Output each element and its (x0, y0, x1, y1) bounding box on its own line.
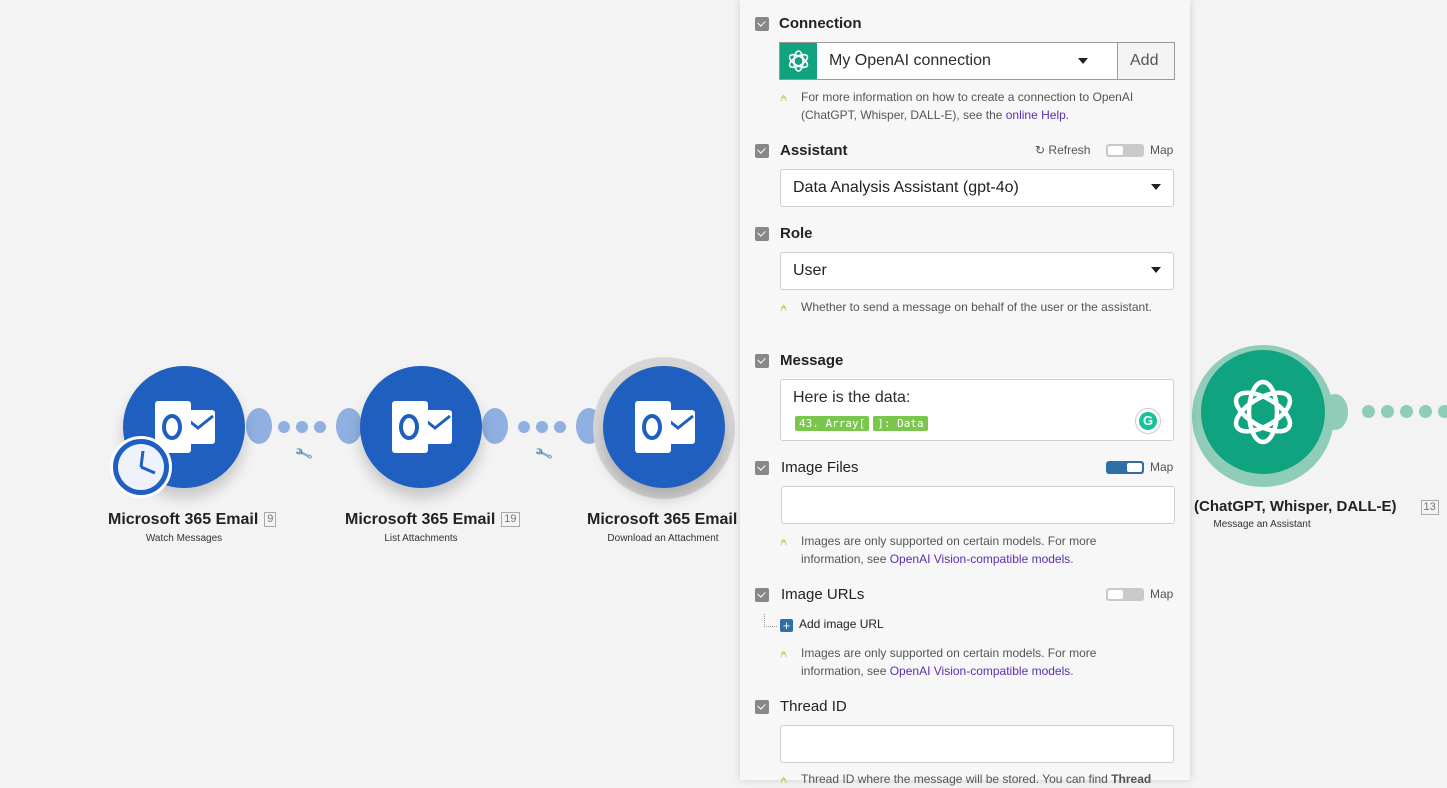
connector-dot (278, 421, 290, 433)
grammarly-icon[interactable]: G (1135, 408, 1161, 434)
image-urls-hint: ⍲ Images are only supported on certain m… (780, 646, 1097, 678)
connection-select[interactable]: My OpenAI connection Add (779, 42, 1175, 80)
map-label: Map (1150, 143, 1174, 157)
thread-id-input[interactable] (780, 725, 1174, 763)
role-collapse-toggle[interactable] (755, 227, 769, 241)
lightbulb-icon: ⍲ (780, 300, 788, 314)
assistant-select[interactable]: Data Analysis Assistant (gpt-4o) (780, 169, 1174, 207)
module-list-attachments[interactable] (360, 366, 482, 488)
module-connector-right[interactable] (482, 408, 508, 444)
lightbulb-icon: ⍲ (780, 646, 788, 660)
module-title: Microsoft 365 Email (587, 511, 738, 528)
module-title: Microsoft 365 Email 19 (345, 511, 520, 529)
refresh-button[interactable]: ↻ Refresh (1035, 143, 1090, 157)
assistant-collapse-toggle[interactable] (755, 144, 769, 158)
module-download-attachment[interactable] (603, 366, 725, 488)
connector-dot (296, 421, 308, 433)
connection-value: My OpenAI connection (829, 52, 991, 69)
add-image-url-button[interactable]: + Add image URL (780, 617, 884, 632)
image-files-hint: ⍲ Images are only supported on certain m… (780, 534, 1097, 566)
module-title: (ChatGPT, Whisper, DALL-E) 13 (1194, 498, 1439, 515)
image-files-label: Image Files (781, 459, 859, 476)
map-label: Map (1150, 460, 1174, 474)
module-subtitle: List Attachments (384, 533, 458, 544)
chevron-down-icon (1078, 58, 1088, 64)
role-select[interactable]: User (780, 252, 1174, 290)
wrench-icon[interactable]: 🔧 (294, 444, 315, 465)
vision-models-link[interactable]: OpenAI Vision-compatible models (890, 664, 1071, 678)
openai-icon (1233, 379, 1293, 445)
message-label: Message (780, 352, 844, 369)
module-count: 13 (1420, 499, 1439, 515)
connector-dot (1438, 405, 1447, 418)
module-count: 19 (501, 512, 520, 528)
connector-dot (554, 421, 566, 433)
refresh-icon: ↻ (1035, 143, 1046, 157)
module-message-assistant[interactable] (1201, 350, 1325, 474)
module-title: Microsoft 365 Email 9 (108, 511, 277, 529)
image-files-map-toggle[interactable] (1106, 461, 1144, 474)
message-textarea[interactable]: Here is the data: 43. Array[]: Data G (780, 379, 1174, 441)
image-files-collapse-toggle[interactable] (755, 461, 769, 475)
mapped-variable[interactable]: 43. Array[]: Data (795, 414, 932, 431)
connection-hint: ⍲ For more information on how to create … (780, 90, 1134, 122)
vision-models-link[interactable]: OpenAI Vision-compatible models (890, 552, 1071, 566)
module-subtitle: Download an Attachment (607, 533, 719, 544)
image-urls-collapse-toggle[interactable] (755, 588, 769, 602)
plus-icon: + (780, 619, 793, 632)
assistant-label: Assistant (780, 142, 848, 159)
chevron-down-icon (1151, 267, 1161, 273)
module-subtitle: Watch Messages (145, 533, 223, 544)
connection-label: Connection (779, 15, 862, 32)
module-settings-panel: Connection My OpenAI connection Add ⍲ Fo… (740, 0, 1190, 786)
module-count: 9 (264, 512, 277, 528)
image-urls-label: Image URLs (781, 586, 865, 603)
thread-id-hint: ⍲ Thread ID where the message will be st… (780, 772, 1152, 786)
scenario-canvas[interactable]: Microsoft 365 Email 9 Watch Messages 🔧 Mi… (0, 0, 1447, 780)
image-urls-map-toggle[interactable] (1106, 588, 1144, 601)
wrench-icon[interactable]: 🔧 (534, 444, 555, 465)
module-connector-right[interactable] (246, 408, 272, 444)
tree-connector (764, 614, 777, 627)
module-subtitle: Message an Assistant (1213, 519, 1311, 530)
module-connector-right[interactable] (1322, 394, 1348, 430)
role-hint: ⍲ Whether to send a message on behalf of… (780, 300, 1152, 314)
lightbulb-icon: ⍲ (780, 534, 788, 548)
connector-dot (518, 421, 530, 433)
thread-id-label: Thread ID (780, 698, 847, 715)
thread-id-collapse-toggle[interactable] (755, 700, 769, 714)
connector-dot (314, 421, 326, 433)
message-collapse-toggle[interactable] (755, 354, 769, 368)
outlook-icon (392, 401, 452, 453)
connector-dot (1381, 405, 1394, 418)
clock-icon[interactable] (110, 436, 172, 498)
role-label: Role (780, 225, 813, 242)
outlook-icon (635, 401, 695, 453)
connector-dot (1362, 405, 1375, 418)
lightbulb-icon: ⍲ (780, 772, 788, 786)
connector-dot (1400, 405, 1413, 418)
connection-collapse-toggle[interactable] (755, 17, 769, 31)
module-connector-left[interactable] (336, 408, 362, 444)
assistant-map-toggle[interactable] (1106, 144, 1144, 157)
chevron-down-icon (1151, 184, 1161, 190)
connector-dot (1419, 405, 1432, 418)
lightbulb-icon: ⍲ (780, 90, 788, 104)
connector-dot (536, 421, 548, 433)
openai-icon (780, 43, 817, 79)
online-help-link[interactable]: online Help (1006, 108, 1066, 122)
image-files-input[interactable] (781, 486, 1175, 524)
map-label: Map (1150, 587, 1174, 601)
add-connection-button[interactable]: Add (1117, 43, 1174, 79)
